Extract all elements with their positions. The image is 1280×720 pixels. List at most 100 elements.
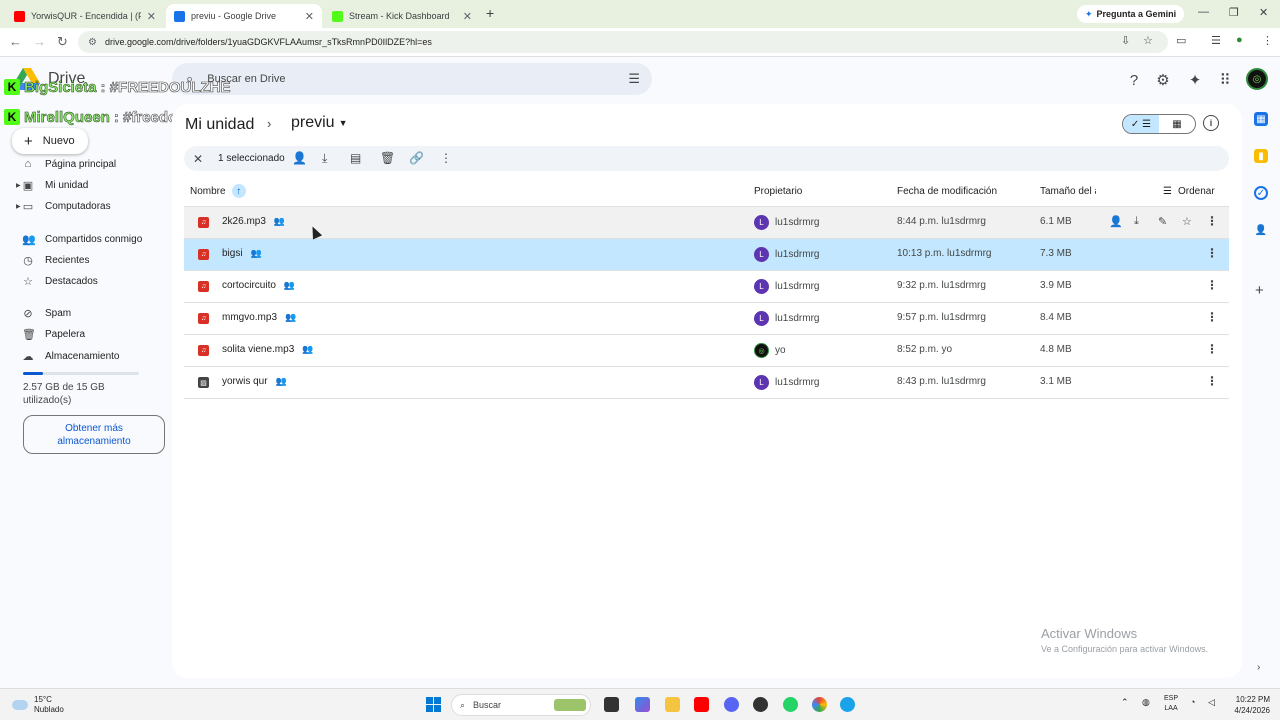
tab-kick[interactable]: Stream - Kick Dashboard ✕ xyxy=(324,4,480,28)
expand-caret-icon[interactable]: ▶ xyxy=(16,203,21,210)
details-info-icon[interactable]: i xyxy=(1203,115,1219,131)
file-row[interactable]: ♫ cortocircuito 👥 Llu1sdrmrg 9:32 p.m. lu1sd… xyxy=(184,270,1229,302)
rename-pencil-icon[interactable]: ✎ xyxy=(1158,215,1167,228)
keep-icon[interactable]: ▮ xyxy=(1254,149,1268,163)
close-tab-icon[interactable]: ✕ xyxy=(463,10,472,23)
download-icon[interactable]: ⤓ xyxy=(322,151,327,166)
close-tab-icon[interactable]: ✕ xyxy=(305,10,314,23)
language-indicator[interactable]: ESP LAA xyxy=(1164,694,1178,714)
system-clock[interactable]: 10:22 PM 4/24/2026 xyxy=(1224,694,1270,716)
sidebar-item-storage[interactable]: ☁ Almacenamiento xyxy=(22,347,120,365)
app-icon[interactable] xyxy=(753,697,768,712)
collapse-panel-chevron-icon[interactable]: › xyxy=(1257,662,1260,673)
extensions-icon[interactable]: ☰ xyxy=(1211,34,1221,47)
account-avatar[interactable]: ◎ xyxy=(1246,68,1268,90)
expand-caret-icon[interactable]: ▶ xyxy=(16,182,21,189)
close-window-icon[interactable]: ✕ xyxy=(1259,6,1268,19)
cast-icon[interactable]: ▭ xyxy=(1176,34,1186,47)
column-header-modified[interactable]: Fecha de modificación xyxy=(897,184,997,198)
breadcrumb-current[interactable]: previu ▼ xyxy=(291,114,348,132)
share-person-add-icon[interactable]: 👤 xyxy=(1109,215,1123,228)
back-arrow-icon[interactable]: ← xyxy=(9,34,22,49)
search-options-icon[interactable]: ☰ xyxy=(628,71,640,87)
file-row[interactable]: ▨ yorwis qur 👥 Llu1sdrmrg 8:43 p.m. lu1sdrmr… xyxy=(184,366,1229,398)
sidebar-item-starred[interactable]: ☆ Destacados xyxy=(22,272,98,290)
help-icon[interactable]: ? xyxy=(1124,70,1144,90)
star-icon[interactable]: ☆ xyxy=(1182,215,1192,228)
file-explorer-icon[interactable] xyxy=(665,697,680,712)
minimize-icon[interactable]: — xyxy=(1198,6,1209,18)
tab-youtube[interactable]: YorwisQUR - Encendida | (Prod ✕ xyxy=(6,4,164,28)
reload-icon[interactable]: ↻ xyxy=(57,34,68,50)
more-actions-icon[interactable]: ⋮ xyxy=(1206,214,1218,228)
app-icon[interactable] xyxy=(840,697,855,712)
move-folder-icon[interactable]: ▤ xyxy=(350,151,361,165)
volume-icon[interactable]: ◁ xyxy=(1208,697,1215,708)
file-row[interactable]: ♫ solita viene.mp3 👥 ◎ yo 8:52 p.m. yo 4.8 MB ⋮ xyxy=(184,334,1229,366)
youtube-app-icon[interactable] xyxy=(694,697,709,712)
new-tab-button[interactable]: + xyxy=(486,5,494,21)
calendar-icon[interactable]: ▦ xyxy=(1254,112,1268,126)
column-header-name[interactable]: Nombre ↑ xyxy=(190,184,246,198)
browser-menu-icon[interactable]: ⋮ xyxy=(1262,34,1273,47)
discord-icon[interactable] xyxy=(724,697,739,712)
bookmark-star-icon[interactable]: ☆ xyxy=(1143,34,1153,47)
gemini-button[interactable]: ✦ Pregunta a Gemini xyxy=(1077,5,1185,23)
tab-drive[interactable]: previu - Google Drive ✕ xyxy=(166,4,322,28)
weather-widget[interactable]: 15°C Nublado xyxy=(12,695,64,715)
more-actions-icon[interactable]: ⋮ xyxy=(1206,374,1218,388)
column-header-owner[interactable]: Propietario xyxy=(754,184,802,198)
sidebar-item-home[interactable]: ⌂ Página principal xyxy=(22,155,117,173)
sidebar-item-computers[interactable]: ▶ ▭ Computadoras xyxy=(16,197,111,215)
grid-view-button[interactable]: ▦ xyxy=(1159,115,1195,133)
clear-selection-icon[interactable]: ✕ xyxy=(191,152,205,166)
sidebar-item-recent[interactable]: ◷ Recientes xyxy=(22,251,89,269)
sidebar-item-trash[interactable]: 🗑 Papelera xyxy=(22,325,85,343)
address-bar[interactable]: ⚙ drive.google.com/drive/folders/1yuaGDG… xyxy=(78,31,1168,53)
wifi-icon[interactable]: ◔ xyxy=(1190,697,1195,707)
whatsapp-icon[interactable] xyxy=(783,697,798,712)
file-row[interactable]: ♫ 2k26.mp3 👥 Llu1sdrmrg 8:44 p.m. lu1sdrmrg 6… xyxy=(184,206,1229,238)
delete-trash-icon[interactable]: 🗑 xyxy=(380,151,395,165)
more-actions-icon[interactable]: ⋮ xyxy=(1206,342,1218,356)
install-app-icon[interactable]: ⇩ xyxy=(1121,34,1130,47)
file-row[interactable]: ♫ bigsi 👥 Llu1sdrmrg 10:13 p.m. lu1sdrmrg 7.3… xyxy=(184,238,1229,270)
search-input[interactable]: ⌕ Buscar en Drive ☰ xyxy=(172,63,652,95)
restore-icon[interactable]: ❐ xyxy=(1229,6,1239,19)
copilot-icon[interactable] xyxy=(635,697,650,712)
tray-chevron-icon[interactable]: ⌃ xyxy=(1121,697,1129,708)
copy-link-icon[interactable]: 🔗 xyxy=(409,151,424,165)
sort-ascending-icon[interactable]: ↑ xyxy=(231,184,246,198)
more-actions-icon[interactable]: ⋮ xyxy=(1206,310,1218,324)
contacts-icon[interactable]: 👤 xyxy=(1254,223,1268,237)
breadcrumb-parent[interactable]: Mi unidad xyxy=(185,116,254,134)
network-tray-icon[interactable]: ◍ xyxy=(1142,697,1150,708)
more-actions-icon[interactable]: ⋮ xyxy=(1206,246,1218,260)
sort-options-button[interactable]: ☰ Ordenar xyxy=(1163,184,1215,198)
new-button[interactable]: + Nuevo xyxy=(12,128,88,154)
apps-grid-icon[interactable]: ⠿ xyxy=(1215,70,1235,90)
taskbar-search[interactable]: ⌕ Buscar xyxy=(451,694,591,716)
download-icon[interactable]: ⤓ xyxy=(1134,215,1139,228)
task-view-icon[interactable] xyxy=(604,697,619,712)
profile-icon[interactable]: ● xyxy=(1236,34,1243,46)
file-row[interactable]: ♫ mmgvo.mp3 👥 Llu1sdrmrg 9:57 p.m. lu1sdrmrg… xyxy=(184,302,1229,334)
close-tab-icon[interactable]: ✕ xyxy=(147,10,156,23)
windows-start-icon[interactable] xyxy=(426,697,441,712)
get-more-storage-button[interactable]: Obtener más almacenamiento xyxy=(23,415,165,454)
more-actions-icon[interactable]: ⋮ xyxy=(440,151,452,165)
share-person-add-icon[interactable]: 👤 xyxy=(292,151,307,165)
get-addons-plus-icon[interactable]: + xyxy=(1255,282,1264,299)
column-header-size[interactable]: Tamaño del a xyxy=(1040,184,1096,198)
sidebar-item-shared[interactable]: 👥 Compartidos conmigo xyxy=(22,230,142,248)
sidebar-item-my-drive[interactable]: ▶ ▣ Mi unidad xyxy=(16,176,88,194)
more-actions-icon[interactable]: ⋮ xyxy=(1206,278,1218,292)
tasks-icon[interactable]: ✓ xyxy=(1254,186,1268,200)
sidebar-item-spam[interactable]: ⊘ Spam xyxy=(22,304,71,322)
site-info-icon[interactable]: ⚙ xyxy=(88,37,97,48)
forward-arrow-icon[interactable]: → xyxy=(33,34,46,49)
chrome-icon[interactable] xyxy=(812,697,827,712)
gemini-sparkle-icon[interactable]: ✦ xyxy=(1185,70,1205,90)
settings-gear-icon[interactable]: ⚙ xyxy=(1153,70,1173,90)
list-view-button[interactable]: ✓ ☰ xyxy=(1123,115,1159,133)
